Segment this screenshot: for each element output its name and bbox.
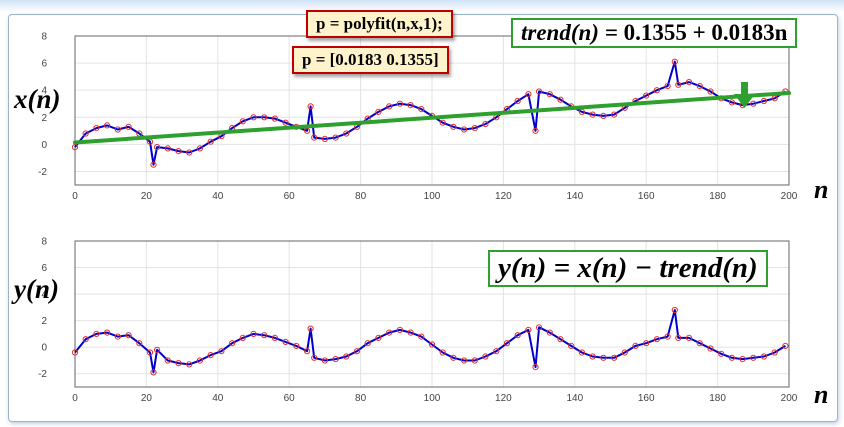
x-tick-label: 100: [424, 393, 441, 404]
x-tick-label: 0: [72, 191, 78, 202]
x-tick-label: 100: [424, 191, 441, 202]
x-tick-label: 160: [638, 191, 655, 202]
n-axis-label-top: n: [814, 175, 829, 204]
x-tick-label: 20: [141, 393, 153, 404]
x-tick-label: 0: [72, 393, 78, 404]
x-tick-label: 120: [495, 191, 512, 202]
y-tick-label: 6: [41, 59, 47, 70]
x-n-axis-label: x(n): [14, 84, 61, 114]
x-tick-label: 160: [638, 393, 655, 404]
y-n-axis-label: y(n): [14, 274, 59, 304]
x-tick-label: 120: [495, 393, 512, 404]
y-tick-label: -2: [38, 167, 47, 178]
y-tick-label: 2: [41, 316, 47, 327]
x-tick-label: 80: [355, 191, 367, 202]
x-tick-label: 40: [212, 191, 224, 202]
y-tick-label: 6: [41, 263, 47, 274]
x-tick-label: 40: [212, 393, 224, 404]
x-tick-label: 20: [141, 191, 153, 202]
x-tick-label: 80: [355, 393, 367, 404]
polyfit-result-box: p = [0.0183 0.1355]: [292, 46, 449, 74]
detrend-equation-box: y(n) = x(n) − trend(n): [488, 250, 768, 287]
x-tick-label: 60: [284, 191, 296, 202]
x-tick-label: 140: [566, 393, 583, 404]
y-tick-label: 8: [41, 32, 47, 43]
y-tick-label: 0: [41, 140, 47, 151]
trend-equation-box: trend(n) = 0.1355 + 0.0183n: [511, 18, 798, 48]
x-tick-label: 140: [566, 191, 583, 202]
x-tick-label: 180: [709, 191, 726, 202]
trend-equation-lhs: trend(n) =: [521, 20, 624, 45]
x-tick-label: 200: [781, 393, 798, 404]
trend-equation-rhs: 0.1355 + 0.0183n: [623, 20, 788, 45]
x-tick-label: 60: [284, 393, 296, 404]
y-tick-label: 0: [41, 343, 47, 354]
y-tick-label: 8: [41, 237, 47, 248]
y-tick-label: -2: [38, 369, 47, 380]
x-tick-label: 180: [709, 393, 726, 404]
polyfit-code-box: p = polyfit(n,x,1);: [306, 10, 453, 38]
x-tick-label: 200: [781, 191, 798, 202]
n-axis-label-bottom: n: [814, 380, 829, 409]
